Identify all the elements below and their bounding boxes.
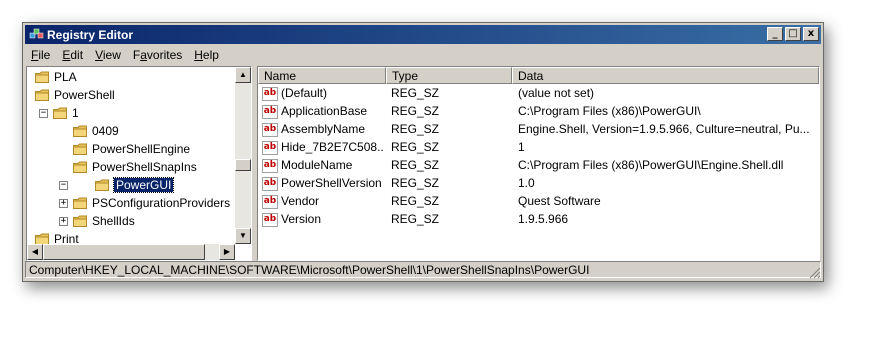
scroll-left-button[interactable]: ◀ [27,244,43,260]
tree-horizontal-scrollbar[interactable]: ◀ ▶ [27,244,235,260]
string-value-icon: ab [262,104,278,119]
value-row[interactable]: ab ModuleName REG_SZ C:\Program Files (x8… [258,156,819,174]
tree-item-powershellsnapins[interactable]: PowerShellSnapIns [73,158,197,176]
tree-item-1[interactable]: 1 [53,104,79,122]
expand-toggle[interactable]: + [59,199,68,208]
registry-editor-window: Registry Editor _ □ x File Edit View Fav… [22,22,824,282]
folder-icon [73,161,88,173]
value-row[interactable]: ab ApplicationBase REG_SZ C:\Program File… [258,102,819,120]
tree-item-powershellengine[interactable]: PowerShellEngine [73,140,190,158]
menu-help[interactable]: Help [188,46,225,64]
value-row[interactable]: ab Hide_7B2E7C508... REG_SZ 1 [258,138,819,156]
expand-toggle[interactable]: + [59,217,68,226]
string-value-icon: ab [262,212,278,227]
tree-item-psconfigurationproviders[interactable]: PSConfigurationProviders [73,194,230,212]
scroll-up-button[interactable]: ▲ [235,67,251,83]
column-header-name[interactable]: Name [258,67,386,84]
tree-vertical-scrollbar[interactable]: ▲ ▼ [235,67,251,244]
string-value-icon: ab [262,122,278,137]
open-folder-icon [95,179,110,191]
tree-item-shellids[interactable]: ShellIds [73,212,135,230]
string-value-icon: ab [262,158,278,173]
tree-item-powershell[interactable]: PowerShell [35,86,115,104]
column-header-data[interactable]: Data [512,67,819,84]
folder-icon [35,89,50,101]
scroll-thumb[interactable] [235,159,251,171]
string-value-icon: ab [262,140,278,155]
folder-icon [53,107,68,119]
menu-view[interactable]: View [89,46,127,64]
menu-file[interactable]: File [25,46,56,64]
selected-key-label: PowerGUI [112,177,175,193]
value-row[interactable]: ab AssemblyName REG_SZ Engine.Shell, Vers… [258,120,819,138]
maximize-button[interactable]: □ [785,27,801,41]
folder-icon [35,71,50,83]
value-row[interactable]: ab PowerShellVersion REG_SZ 1.0 [258,174,819,192]
menu-edit[interactable]: Edit [56,46,89,64]
status-bar-path: Computer\HKEY_LOCAL_MACHINE\SOFTWARE\Mic… [25,261,821,278]
folder-icon [73,143,88,155]
registry-values-list[interactable]: Name Type Data ab (Default) REG_SZ (value… [257,66,820,261]
menu-favorites[interactable]: Favorites [127,46,188,64]
title-bar[interactable]: Registry Editor _ □ x [25,25,821,44]
tree-item-pla[interactable]: PLA [35,68,77,86]
value-row[interactable]: ab Version REG_SZ 1.9.5.966 [258,210,819,228]
value-row[interactable]: ab (Default) REG_SZ (value not set) [258,84,819,102]
folder-icon [73,215,88,227]
value-row[interactable]: ab Vendor REG_SZ Quest Software [258,192,819,210]
tree-item-0409[interactable]: 0409 [73,122,119,140]
collapse-toggle[interactable]: − [39,109,48,118]
string-value-icon: ab [262,194,278,209]
tree-item-powergui[interactable]: PowerGUI [95,176,175,194]
minimize-button[interactable]: _ [767,27,783,41]
column-header-type[interactable]: Type [386,67,512,84]
collapse-toggle[interactable]: − [59,181,68,190]
close-button[interactable]: x [803,27,819,41]
folder-icon [73,125,88,137]
string-value-icon: ab [262,86,278,101]
registry-key-tree[interactable]: PLA PowerShell − 1 0409 PowerShellEngine… [26,66,252,261]
scroll-down-button[interactable]: ▼ [235,228,251,244]
resize-grip-icon[interactable] [809,267,821,279]
window-title: Registry Editor [47,28,134,42]
menu-bar: File Edit View Favorites Help [25,46,821,64]
horizontal-scroll-thumb[interactable] [43,244,205,260]
folder-icon [73,197,88,209]
registry-app-icon [29,28,44,39]
scroll-right-button[interactable]: ▶ [219,244,235,260]
list-header: Name Type Data [258,67,819,84]
string-value-icon: ab [262,176,278,191]
